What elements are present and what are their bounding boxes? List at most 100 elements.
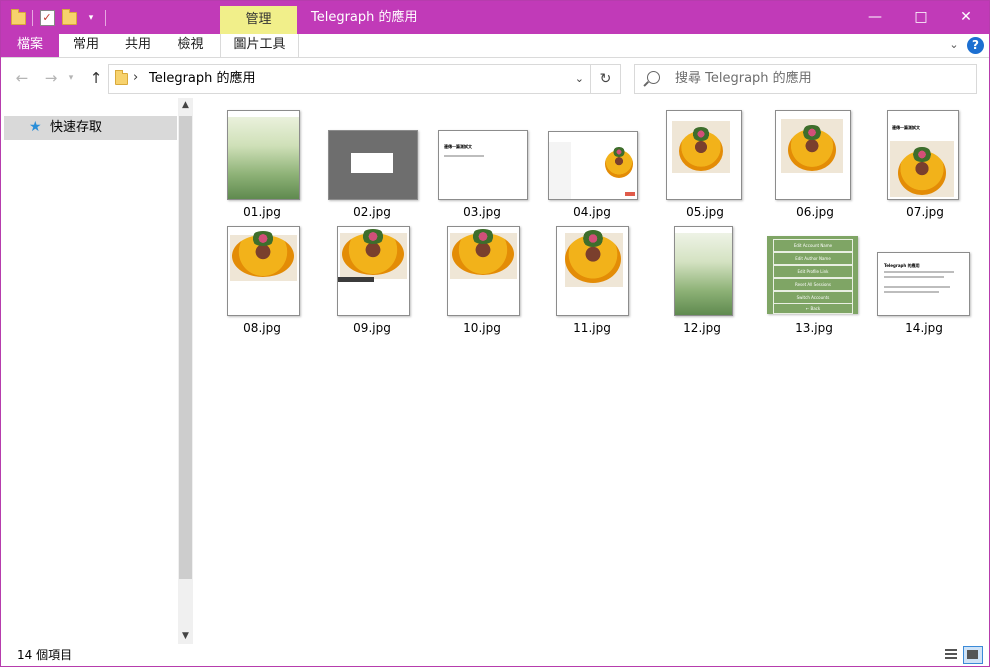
back-arrow-icon[interactable]: ← — [11, 67, 33, 89]
thumbnail-line — [444, 155, 484, 157]
thumbnail-menu-item: Reset All Sessions — [773, 278, 853, 291]
file-name: 02.jpg — [353, 205, 391, 219]
tab-home[interactable]: 常用 — [59, 34, 113, 57]
thumbnail-line — [884, 286, 950, 288]
thumbnail-image — [788, 124, 836, 171]
file-item[interactable]: 11.jpg — [542, 226, 642, 338]
thumbnail-menu-item: Edit Profile Link — [773, 265, 853, 278]
thumbnail-image — [228, 117, 299, 199]
file-item[interactable]: 12.jpg — [652, 226, 752, 338]
thumbnail-line — [884, 291, 939, 293]
thumbnail-heading: 邊傳一篇測試文 — [444, 144, 472, 149]
file-name: 13.jpg — [795, 321, 833, 335]
maximize-button[interactable]: □ — [898, 1, 944, 34]
status-bar: 14 個項目 — [1, 644, 989, 666]
breadcrumb-chevron-icon[interactable]: › — [133, 70, 138, 85]
customize-toolbar-icon[interactable]: ▾ — [80, 7, 102, 29]
file-name: 11.jpg — [573, 321, 611, 335]
thumbnail-heading: 邊傳一篇測試文 — [892, 125, 920, 130]
properties-icon[interactable]: ✓ — [36, 7, 58, 29]
ribbon-tabs: 檔案 常用 共用 檢視 圖片工具 ⌄ ? — [1, 34, 989, 58]
file-name: 10.jpg — [463, 321, 501, 335]
scroll-down-icon[interactable]: ▼ — [178, 631, 193, 641]
file-name: 05.jpg — [686, 205, 724, 219]
file-thumbnail: Telegraph 的應用 — [877, 252, 970, 316]
scroll-up-icon[interactable]: ▲ — [178, 100, 193, 110]
file-item[interactable]: 02.jpg — [322, 110, 422, 222]
thumbnail-toolbar — [338, 277, 374, 282]
window-title: Telegraph 的應用 — [311, 10, 418, 25]
large-icons-view-button[interactable] — [963, 646, 983, 664]
tab-view[interactable]: 檢視 — [163, 34, 218, 57]
file-name: 08.jpg — [243, 321, 281, 335]
file-item[interactable]: 邊傳一篇測試文 07.jpg — [875, 110, 975, 222]
new-folder-icon[interactable] — [58, 7, 80, 29]
file-item[interactable]: 05.jpg — [655, 110, 755, 222]
thumbnail-image — [679, 127, 723, 171]
recent-locations-icon[interactable]: ▾ — [64, 67, 78, 89]
details-view-button[interactable] — [942, 646, 960, 662]
large-icons-icon — [967, 650, 978, 659]
file-thumbnail — [328, 130, 418, 200]
forward-arrow-icon[interactable]: → — [40, 67, 62, 89]
breadcrumb[interactable]: Telegraph 的應用 — [149, 65, 256, 93]
quick-access-toolbar: ✓ ▾ — [7, 7, 109, 29]
minimize-button[interactable]: — — [852, 1, 898, 34]
file-thumbnail — [674, 226, 733, 316]
close-icon: ✕ — [960, 9, 972, 25]
title-bar: ✓ ▾ 管理 Telegraph 的應用 — □ ✕ — [1, 1, 989, 34]
file-thumbnail: 邊傳一篇測試文 — [438, 130, 528, 200]
expand-ribbon-icon[interactable]: ⌄ — [946, 37, 962, 53]
file-name: 06.jpg — [796, 205, 834, 219]
thumbnail-heading: Telegraph 的應用 — [884, 263, 920, 268]
thumbnail-image — [342, 228, 404, 275]
file-item[interactable]: 06.jpg — [765, 110, 865, 222]
file-item[interactable]: 09.jpg — [322, 226, 422, 338]
thumbnail-line — [884, 271, 954, 273]
file-thumbnail — [337, 226, 410, 316]
refresh-button[interactable]: ↻ — [591, 64, 621, 94]
help-icon[interactable]: ? — [967, 37, 984, 54]
sidebar-item-quick-access[interactable]: ★ 快速存取 — [4, 116, 177, 140]
file-name: 09.jpg — [353, 321, 391, 335]
file-item[interactable]: 01.jpg — [212, 110, 312, 222]
file-item[interactable]: 10.jpg — [432, 226, 532, 338]
chevron-down-icon[interactable]: ⌄ — [575, 72, 584, 85]
file-thumbnail — [666, 110, 742, 200]
up-arrow-icon[interactable]: ↑ — [85, 67, 107, 89]
file-item[interactable]: 04.jpg — [542, 110, 642, 222]
file-item[interactable]: Telegraph 的應用 14.jpg — [874, 226, 974, 338]
minimize-icon: — — [868, 9, 882, 25]
thumbnail-button — [625, 192, 635, 196]
file-name: 03.jpg — [463, 205, 501, 219]
file-thumbnail — [775, 110, 851, 200]
search-placeholder: 搜尋 Telegraph 的應用 — [675, 71, 812, 86]
scrollbar-thumb[interactable] — [179, 116, 192, 579]
file-thumbnail — [556, 226, 629, 316]
thumbnail-image — [232, 230, 294, 277]
navpane-scrollbar[interactable]: ▲ ▼ — [178, 98, 193, 644]
file-list: 01.jpg 02.jpg 邊傳一篇測試文 03.jpg 04.jpg 05.j… — [193, 98, 989, 644]
tab-share[interactable]: 共用 — [113, 34, 163, 57]
thumbnail-menu-item: ← Back — [773, 303, 853, 314]
thumbnail-dialog — [351, 153, 393, 173]
file-name: 01.jpg — [243, 205, 281, 219]
search-input[interactable]: 搜尋 Telegraph 的應用 — [634, 64, 977, 94]
file-name: 04.jpg — [573, 205, 611, 219]
manage-context-tab[interactable]: 管理 — [220, 6, 297, 34]
file-thumbnail: Edit Account Name Edit Author Name Edit … — [767, 236, 858, 314]
file-item[interactable]: 08.jpg — [212, 226, 312, 338]
file-item[interactable]: Edit Account Name Edit Author Name Edit … — [764, 226, 864, 338]
folder-icon[interactable] — [7, 7, 29, 29]
address-bar[interactable]: › Telegraph 的應用 ⌄ — [108, 64, 591, 94]
item-count: 14 個項目 — [17, 648, 73, 662]
explorer-window: ✓ ▾ 管理 Telegraph 的應用 — □ ✕ 檔案 常用 共用 檢視 圖… — [0, 0, 990, 667]
tab-file[interactable]: 檔案 — [1, 34, 59, 57]
tab-picture-tools[interactable]: 圖片工具 — [220, 34, 299, 57]
file-item[interactable]: 邊傳一篇測試文 03.jpg — [432, 110, 532, 222]
file-thumbnail — [548, 131, 638, 200]
sidebar-item-label: 快速存取 — [50, 120, 103, 135]
thumbnail-image — [605, 147, 633, 178]
file-thumbnail: 邊傳一篇測試文 — [887, 110, 959, 200]
close-button[interactable]: ✕ — [943, 1, 989, 34]
